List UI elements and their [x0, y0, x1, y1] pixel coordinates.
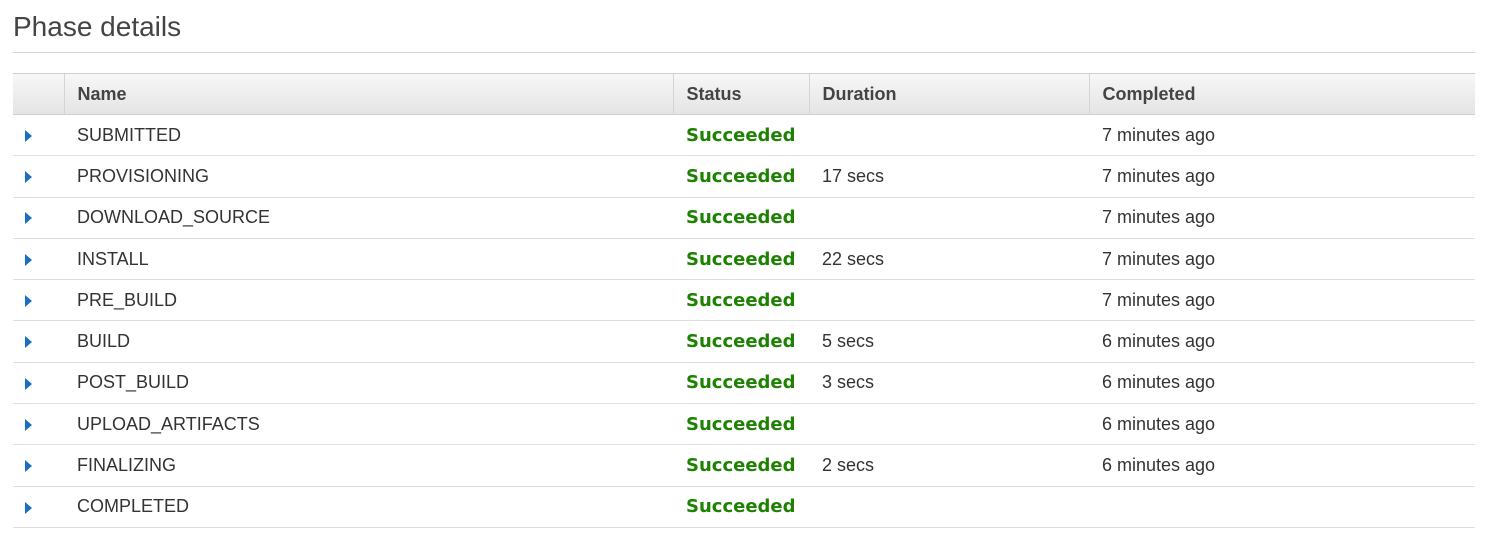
column-header-completed[interactable]: Completed — [1088, 73, 1475, 115]
phase-completed: 7 minutes ago — [1089, 114, 1475, 157]
phase-name: UPLOAD_ARTIFACTS — [64, 403, 673, 446]
phase-completed: 7 minutes ago — [1089, 279, 1475, 322]
phase-duration — [809, 197, 1089, 239]
caret-right-icon[interactable] — [25, 253, 32, 266]
table-row[interactable]: PRE_BUILD Succeeded 7 minutes ago — [13, 279, 1475, 322]
phase-name: FINALIZING — [64, 444, 673, 487]
phase-completed: 7 minutes ago — [1089, 197, 1475, 239]
phase-completed: 7 minutes ago — [1089, 155, 1475, 198]
phase-name: POST_BUILD — [64, 362, 673, 405]
phase-completed: 6 minutes ago — [1089, 444, 1475, 487]
column-header-status[interactable]: Status — [672, 73, 809, 115]
phase-completed: 7 minutes ago — [1089, 238, 1475, 281]
caret-right-icon[interactable] — [25, 129, 32, 142]
expand-cell[interactable] — [13, 403, 64, 446]
phase-name: PROVISIONING — [64, 155, 673, 198]
phase-duration: 3 secs — [809, 362, 1089, 405]
table-row[interactable]: SUBMITTED Succeeded 7 minutes ago — [13, 114, 1475, 157]
phase-status: Succeeded — [673, 155, 809, 198]
phase-status: Succeeded — [673, 238, 809, 281]
column-header-expand — [13, 73, 64, 115]
phase-completed: 6 minutes ago — [1089, 403, 1475, 446]
caret-right-icon[interactable] — [25, 460, 32, 473]
expand-cell[interactable] — [13, 155, 64, 198]
page-title: Phase details — [13, 11, 182, 42]
table-row[interactable]: FINALIZING Succeeded 2 secs 6 minutes ag… — [13, 444, 1475, 487]
caret-right-icon[interactable] — [25, 212, 32, 225]
column-header-duration[interactable]: Duration — [808, 73, 1089, 115]
phase-name: PRE_BUILD — [64, 279, 673, 322]
title-divider — [13, 52, 1475, 53]
phase-name: COMPLETED — [64, 486, 673, 528]
caret-right-icon[interactable] — [25, 501, 32, 514]
table-row[interactable]: BUILD Succeeded 5 secs 6 minutes ago — [13, 320, 1475, 363]
column-header-name[interactable]: Name — [63, 73, 673, 115]
phase-duration: 2 secs — [809, 444, 1089, 487]
phase-status: Succeeded — [673, 486, 809, 528]
phase-completed: 6 minutes ago — [1089, 362, 1475, 405]
caret-right-icon[interactable] — [25, 295, 32, 308]
table-header-row: Name Status Duration Completed — [13, 73, 1475, 115]
phase-duration: 5 secs — [809, 320, 1089, 363]
expand-cell[interactable] — [13, 238, 64, 281]
expand-cell[interactable] — [13, 444, 64, 487]
phase-name: SUBMITTED — [64, 114, 673, 157]
table-row[interactable]: INSTALL Succeeded 22 secs 7 minutes ago — [13, 238, 1475, 281]
phase-duration: 22 secs — [809, 238, 1089, 281]
expand-cell[interactable] — [13, 114, 64, 157]
phase-completed — [1089, 486, 1475, 528]
phase-status: Succeeded — [673, 403, 809, 446]
phase-status: Succeeded — [673, 279, 809, 322]
table-row[interactable]: COMPLETED Succeeded — [13, 486, 1475, 528]
phase-status: Succeeded — [673, 320, 809, 363]
expand-cell[interactable] — [13, 279, 64, 322]
phase-duration — [809, 279, 1089, 322]
phase-duration — [809, 486, 1089, 528]
phase-status: Succeeded — [673, 114, 809, 157]
expand-cell[interactable] — [13, 362, 64, 405]
phase-duration: 17 secs — [809, 155, 1089, 198]
phase-status: Succeeded — [673, 197, 809, 239]
table-row[interactable]: UPLOAD_ARTIFACTS Succeeded 6 minutes ago — [13, 403, 1475, 446]
caret-right-icon[interactable] — [25, 336, 32, 349]
phase-status: Succeeded — [673, 362, 809, 405]
phase-name: DOWNLOAD_SOURCE — [64, 197, 673, 239]
phase-duration — [809, 403, 1089, 446]
table-row[interactable]: POST_BUILD Succeeded 3 secs 6 minutes ag… — [13, 362, 1475, 405]
phase-duration — [809, 114, 1089, 157]
phase-name: INSTALL — [64, 238, 673, 281]
phase-name: BUILD — [64, 320, 673, 363]
phase-status: Succeeded — [673, 444, 809, 487]
expand-cell[interactable] — [13, 486, 64, 528]
caret-right-icon[interactable] — [25, 418, 32, 431]
table-row[interactable]: DOWNLOAD_SOURCE Succeeded 7 minutes ago — [13, 197, 1475, 239]
caret-right-icon[interactable] — [25, 377, 32, 390]
phase-completed: 6 minutes ago — [1089, 320, 1475, 363]
phase-details-table: Name Status Duration Completed SUBMITTED… — [13, 73, 1475, 528]
caret-right-icon[interactable] — [25, 171, 32, 184]
table-row[interactable]: PROVISIONING Succeeded 17 secs 7 minutes… — [13, 155, 1475, 198]
expand-cell[interactable] — [13, 320, 64, 363]
expand-cell[interactable] — [13, 197, 64, 239]
